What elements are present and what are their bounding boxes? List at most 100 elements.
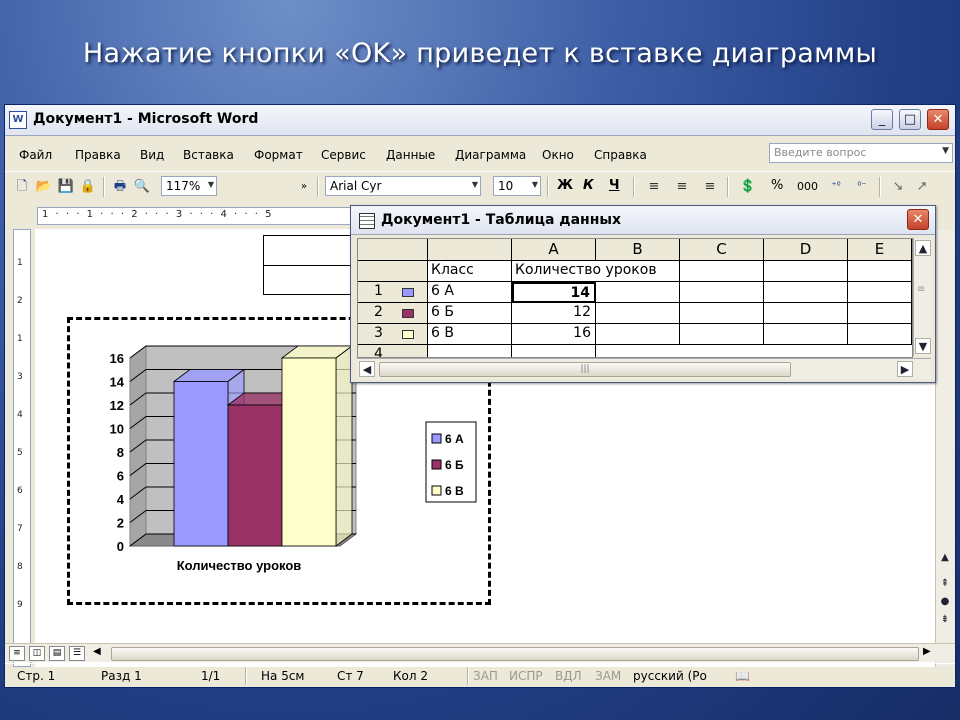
close-button[interactable]: ✕ — [927, 109, 949, 130]
status-extend[interactable]: ВДЛ — [555, 669, 582, 683]
cell-class[interactable]: 6 Б — [428, 303, 512, 324]
col-header-b[interactable]: B — [596, 239, 680, 261]
vertical-ruler[interactable]: 1 2 1 3 4 5 6 7 8 9 — [13, 229, 31, 667]
decrease-decimal-icon[interactable]: ⁰⁻ — [853, 178, 871, 196]
menu-view[interactable]: Вид — [140, 148, 164, 162]
row-header-3[interactable]: 3 — [358, 324, 428, 345]
cell-empty[interactable] — [848, 282, 912, 303]
font-dropdown-icon[interactable]: ▼ — [472, 180, 478, 189]
next-page-icon[interactable]: ⇟ — [938, 613, 952, 627]
cell-empty[interactable] — [764, 303, 848, 324]
cell-empty[interactable] — [680, 303, 764, 324]
toolbar-options-icon[interactable]: » — [295, 178, 313, 196]
col-header-e[interactable]: E — [848, 239, 912, 261]
row-header-blank[interactable] — [358, 261, 428, 282]
scroll-thumb-grip-icon[interactable]: ≡ — [917, 284, 925, 295]
bold-button[interactable]: Ж — [557, 178, 573, 193]
font-select[interactable]: Arial Cyr ▼ — [325, 176, 481, 196]
cell-class-header[interactable]: Класс — [428, 261, 512, 282]
cell-empty[interactable] — [764, 324, 848, 345]
cell-lessons[interactable] — [512, 345, 596, 357]
font-size-select[interactable]: 10 ▼ — [493, 176, 541, 196]
cell-empty[interactable] — [680, 282, 764, 303]
align-center-icon[interactable]: ≡ — [673, 178, 691, 196]
cell-empty[interactable] — [596, 261, 680, 282]
align-right-icon[interactable]: ≡ — [701, 178, 719, 196]
print-icon[interactable]: 🖶 — [111, 178, 129, 196]
col-header-d[interactable]: D — [764, 239, 848, 261]
increase-decimal-icon[interactable]: ⁺⁰ — [827, 178, 845, 196]
open-folder-icon[interactable]: 📂 — [35, 178, 53, 196]
ask-dropdown-icon[interactable]: ▼ — [942, 146, 949, 156]
print-preview-icon[interactable]: 🔍 — [133, 178, 151, 196]
row-header-1[interactable]: 1 — [358, 282, 428, 303]
col-header-a[interactable]: A — [512, 239, 596, 261]
scroll-left-icon[interactable]: ◀ — [359, 361, 375, 377]
word-app-icon[interactable]: W — [9, 111, 27, 129]
underline-button[interactable]: Ч — [609, 178, 620, 193]
cell-lessons[interactable]: 12 — [512, 303, 596, 324]
zoom-select[interactable]: 117% ▼ — [161, 176, 217, 196]
comma-style-button[interactable]: 000 — [797, 180, 818, 193]
menu-window[interactable]: Окно — [542, 148, 574, 162]
ask-question-input[interactable]: Введите вопрос ▼ — [769, 143, 953, 163]
menu-edit[interactable]: Правка — [75, 148, 121, 162]
cell-empty[interactable] — [596, 324, 680, 345]
col-header-label[interactable] — [428, 239, 512, 261]
scroll-up-icon[interactable]: ▲ — [915, 240, 931, 256]
scroll-down-icon[interactable]: ▼ — [915, 338, 931, 354]
minimize-button[interactable]: _ — [871, 109, 893, 130]
font-size-dropdown-icon[interactable]: ▼ — [532, 180, 538, 189]
status-rec[interactable]: ЗАП — [473, 669, 498, 683]
spelling-status-icon[interactable]: 📖 — [735, 669, 750, 683]
percent-style-button[interactable]: % — [771, 178, 783, 193]
maximize-button[interactable]: □ — [899, 109, 921, 130]
status-overtype[interactable]: ЗАМ — [595, 669, 621, 683]
corner-cell[interactable] — [358, 239, 428, 261]
datasheet-grid[interactable]: A B C D E Класс Количество уроков 1 6 А … — [357, 238, 913, 358]
menu-help[interactable]: Справка — [594, 148, 647, 162]
new-document-icon[interactable]: 🗋 — [13, 178, 31, 196]
menu-format[interactable]: Формат — [254, 148, 303, 162]
angle-text-down-icon[interactable]: ↘ — [889, 178, 907, 196]
permission-icon[interactable]: 🔒 — [79, 178, 97, 196]
scroll-left-icon[interactable]: ◀ — [93, 646, 101, 657]
cell-empty[interactable] — [764, 282, 848, 303]
scroll-up-icon[interactable]: ▲ — [938, 551, 952, 565]
cell-lessons-header[interactable]: Количество уроков — [512, 261, 657, 282]
cell-empty[interactable] — [764, 261, 848, 282]
currency-format-icon[interactable]: 💲 — [739, 178, 757, 196]
vertical-scrollbar[interactable]: ▲ ⇞ ● ⇟ — [935, 229, 954, 667]
select-browse-object-icon[interactable]: ● — [938, 595, 952, 609]
normal-view-icon[interactable]: ≡ — [9, 646, 25, 661]
cell-empty[interactable] — [848, 303, 912, 324]
col-header-c[interactable]: C — [680, 239, 764, 261]
horizontal-ruler[interactable]: 1 · · · 1 · · · 2 · · · 3 · · · 4 · · · … — [37, 207, 355, 225]
italic-button[interactable]: К — [583, 178, 594, 193]
status-track[interactable]: ИСПР — [509, 669, 543, 683]
row-header-2[interactable]: 2 — [358, 303, 428, 324]
prev-page-icon[interactable]: ⇞ — [938, 577, 952, 591]
cell-empty[interactable] — [680, 261, 764, 282]
outline-view-icon[interactable]: ☰ — [69, 646, 85, 661]
cell-empty[interactable] — [596, 282, 680, 303]
zoom-dropdown-icon[interactable]: ▼ — [208, 180, 214, 189]
web-view-icon[interactable]: ◫ — [29, 646, 45, 661]
cell-empty[interactable] — [848, 261, 912, 282]
cell-empty[interactable] — [596, 303, 680, 324]
cell-lessons[interactable]: 16 — [512, 324, 596, 345]
cell-class[interactable]: 6 А — [428, 282, 512, 303]
scroll-right-icon[interactable]: ▶ — [897, 361, 913, 377]
cell-class[interactable]: 6 В — [428, 324, 512, 345]
menu-insert[interactable]: Вставка — [183, 148, 234, 162]
hscroll-thumb[interactable] — [111, 647, 919, 661]
angle-text-up-icon[interactable]: ↗ — [913, 178, 931, 196]
menu-tools[interactable]: Сервис — [321, 148, 366, 162]
menu-chart[interactable]: Диаграмма — [455, 148, 526, 162]
datasheet-close-button[interactable]: ✕ — [907, 209, 929, 230]
cell-empty[interactable] — [680, 324, 764, 345]
menu-data[interactable]: Данные — [386, 148, 435, 162]
hscroll-thumb[interactable]: ||| — [379, 362, 791, 377]
datasheet-hscroll[interactable]: ◀ ||| ▶ — [357, 358, 931, 379]
menu-file[interactable]: Файл — [19, 148, 52, 162]
